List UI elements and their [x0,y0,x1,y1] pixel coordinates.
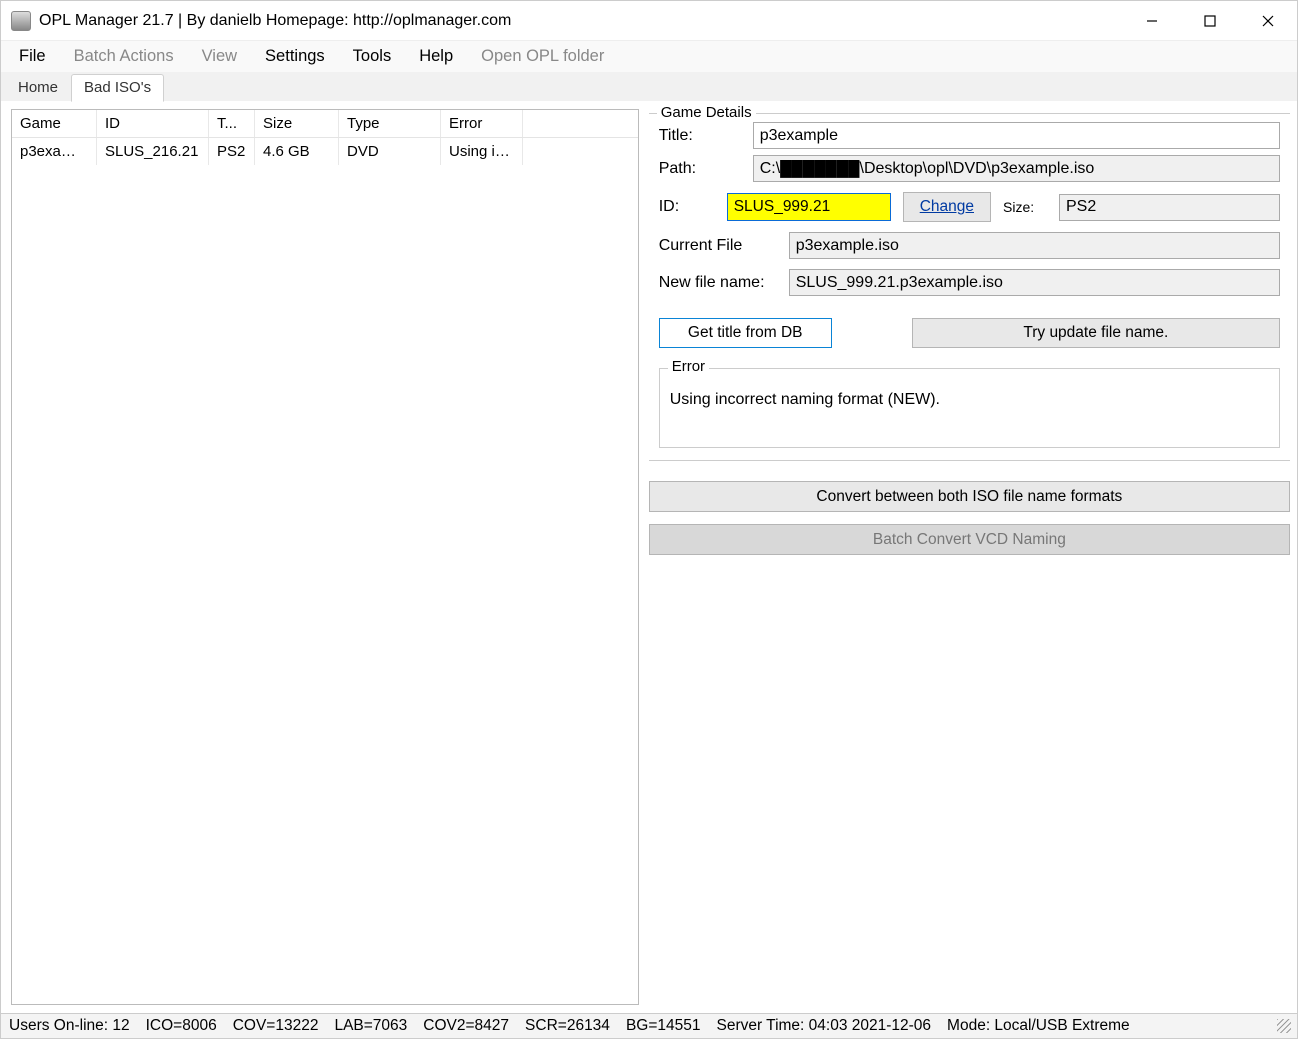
try-update-filename-button[interactable]: Try update file name. [912,318,1280,348]
col-header-type[interactable]: Type [339,110,441,137]
minimize-icon [1145,14,1159,28]
status-ico: ICO=8006 [146,1017,217,1035]
grid-header: Game ID T... Size Type Error [12,110,638,138]
game-details-group: Game Details Title: Path: ID: Change Siz… [649,113,1290,461]
size-label: Size: [1003,199,1047,215]
window-controls [1123,2,1297,40]
col-header-game[interactable]: Game [12,110,97,137]
tab-bar: Home Bad ISO's [1,73,1297,101]
change-button[interactable]: Change [903,192,991,222]
title-input[interactable] [753,122,1280,149]
status-cov2: COV2=8427 [423,1017,509,1035]
new-file-input[interactable] [789,269,1280,296]
current-file-label: Current File [659,237,781,255]
cell-error: Using in... [441,138,523,165]
maximize-icon [1203,14,1217,28]
cell-size: 4.6 GB [255,138,339,165]
batch-convert-vcd-button: Batch Convert VCD Naming [649,524,1290,555]
new-file-label: New file name: [659,274,781,292]
status-bg: BG=14551 [626,1017,701,1035]
menu-bar: File Batch Actions View Settings Tools H… [1,41,1297,73]
details-pane: Game Details Title: Path: ID: Change Siz… [649,109,1290,1005]
path-label: Path: [659,160,745,178]
col-header-error[interactable]: Error [441,110,523,137]
current-file-input[interactable] [789,232,1280,259]
convert-iso-name-formats-button[interactable]: Convert between both ISO file name forma… [649,481,1290,512]
cell-tcol: PS2 [209,138,255,165]
status-users-online: Users On-line: 12 [9,1017,130,1035]
resize-grip-icon[interactable] [1277,1019,1291,1033]
error-text: Using incorrect naming format (NEW). [670,391,1269,409]
status-scr: SCR=26134 [525,1017,610,1035]
col-header-id[interactable]: ID [97,110,209,137]
cell-id: SLUS_216.21 [97,138,209,165]
tab-home[interactable]: Home [5,74,71,102]
error-legend: Error [668,358,709,375]
error-group: Error Using incorrect naming format (NEW… [659,368,1280,448]
close-button[interactable] [1239,2,1297,40]
menu-batch-actions[interactable]: Batch Actions [74,47,174,66]
cell-game: p3example [12,138,97,165]
menu-tools[interactable]: Tools [353,47,392,66]
menu-view[interactable]: View [202,47,237,66]
status-lab: LAB=7063 [334,1017,407,1035]
id-label: ID: [659,198,715,216]
iso-list[interactable]: Game ID T... Size Type Error p3example S… [11,109,639,1005]
id-input[interactable] [727,193,891,221]
path-input[interactable] [753,155,1280,182]
main-content: Game ID T... Size Type Error p3example S… [1,101,1297,1013]
minimize-button[interactable] [1123,2,1181,40]
cell-type: DVD [339,138,441,165]
game-details-legend: Game Details [657,104,756,121]
title-label: Title: [659,127,745,145]
status-bar: Users On-line: 12 ICO=8006 COV=13222 LAB… [1,1013,1297,1038]
tab-bad-isos[interactable]: Bad ISO's [71,74,164,102]
table-row[interactable]: p3example SLUS_216.21 PS2 4.6 GB DVD Usi… [12,138,638,166]
col-header-size[interactable]: Size [255,110,339,137]
get-title-from-db-button[interactable]: Get title from DB [659,318,832,348]
status-server-time: Server Time: 04:03 2021-12-06 [717,1017,932,1035]
menu-file[interactable]: File [19,47,46,66]
menu-help[interactable]: Help [419,47,453,66]
status-cov: COV=13222 [233,1017,319,1035]
close-icon [1261,14,1275,28]
window-title: OPL Manager 21.7 | By danielb Homepage: … [39,12,511,30]
app-icon [11,11,31,31]
status-mode: Mode: Local/USB Extreme [947,1017,1130,1035]
menu-open-opl-folder[interactable]: Open OPL folder [481,47,604,66]
col-header-type-short[interactable]: T... [209,110,255,137]
title-bar: OPL Manager 21.7 | By danielb Homepage: … [1,1,1297,41]
maximize-button[interactable] [1181,2,1239,40]
menu-settings[interactable]: Settings [265,47,325,66]
size-input[interactable] [1059,194,1280,221]
